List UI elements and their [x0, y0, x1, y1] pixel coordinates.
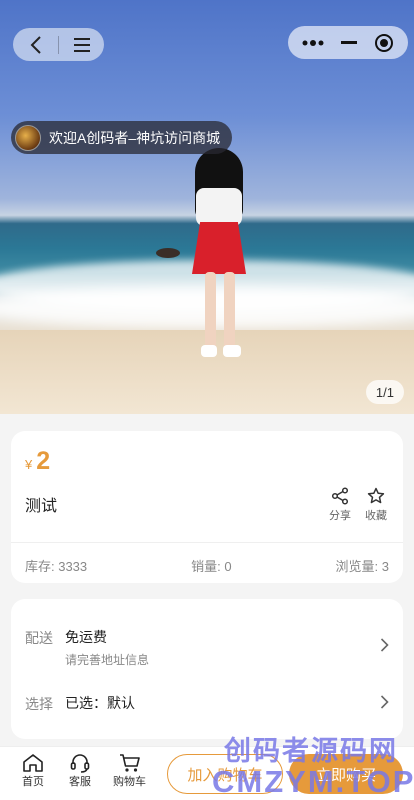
tab-home[interactable]: 首页: [22, 753, 44, 789]
chevron-right-icon: [380, 695, 389, 709]
share-label: 分享: [329, 510, 351, 522]
figure-shoe: [223, 345, 241, 357]
select-label: 选择: [25, 696, 53, 712]
divider: [11, 542, 403, 543]
shipping-value: 免运费: [65, 629, 107, 645]
back-button[interactable]: [13, 28, 58, 61]
sales-count: 销量: 0: [191, 559, 232, 574]
figure-leg: [224, 272, 235, 350]
menu-button[interactable]: [59, 28, 104, 61]
spec-select-row[interactable]: 选择 已选：默认: [25, 693, 389, 714]
avatar: [15, 124, 41, 151]
cart-icon: [119, 754, 140, 772]
image-pager: 1/1: [365, 380, 404, 404]
chevron-left-icon: [30, 35, 41, 54]
tab-cart-label: 购物车: [113, 776, 146, 788]
share-button[interactable]: 分享: [327, 487, 353, 523]
product-stats: 库存: 3333 销量: 0 浏览量: 3: [25, 556, 389, 575]
product-actions: 分享 收藏: [327, 487, 389, 523]
price-value: 2: [36, 447, 51, 475]
shipping-card: 配送 免运费 请完善地址信息 选择 已选：默认: [11, 599, 403, 739]
more-dots-icon[interactable]: [302, 39, 324, 47]
tab-home-label: 首页: [22, 776, 44, 788]
rock: [156, 248, 180, 258]
tab-service-label: 客服: [69, 776, 91, 788]
home-icon: [23, 754, 43, 772]
product-info-card: ¥ 2 测试 分享 收藏 库存: 3333 销量: 0 浏览量: 3: [11, 431, 403, 583]
bottom-action-bar: 首页 客服 购物车 加入购物车 立即购买: [0, 746, 414, 800]
shipping-row[interactable]: 配送 免运费 请完善地址信息: [25, 627, 389, 668]
headset-icon: [70, 754, 90, 773]
nav-capsule: [13, 28, 104, 61]
favorite-label: 收藏: [365, 510, 387, 522]
shipping-label: 配送: [25, 630, 53, 646]
figure-skirt: [192, 222, 246, 274]
currency-symbol: ¥: [25, 457, 33, 472]
miniprogram-capsule: [288, 26, 408, 59]
notice-text: 欢迎A创码者–神坑访问商城: [49, 129, 221, 146]
share-icon: [331, 487, 349, 505]
chevron-right-icon: [380, 638, 389, 652]
favorite-button[interactable]: 收藏: [363, 487, 389, 523]
star-icon: [367, 487, 385, 504]
figure-leg: [205, 272, 216, 350]
figure-shoe: [201, 345, 217, 357]
menu-icon: [73, 37, 90, 52]
add-to-cart-button[interactable]: 加入购物车: [167, 754, 283, 794]
selected-spec: 已选：默认: [65, 695, 135, 711]
product-image-swiper[interactable]: [0, 0, 414, 414]
address-hint: 请完善地址信息: [65, 653, 150, 667]
target-close-icon[interactable]: [374, 33, 394, 53]
product-title: 测试: [25, 498, 58, 515]
price: ¥ 2: [25, 447, 50, 476]
minimize-icon[interactable]: [340, 40, 357, 45]
views-count: 浏览量: 3: [335, 559, 389, 574]
buy-now-button[interactable]: 立即购买: [289, 754, 403, 794]
tab-service[interactable]: 客服: [69, 753, 91, 789]
figure-top: [196, 188, 242, 226]
stock-count: 库存: 3333: [25, 559, 88, 574]
tab-cart[interactable]: 购物车: [113, 753, 146, 789]
welcome-notice: 欢迎A创码者–神坑访问商城: [11, 121, 233, 154]
